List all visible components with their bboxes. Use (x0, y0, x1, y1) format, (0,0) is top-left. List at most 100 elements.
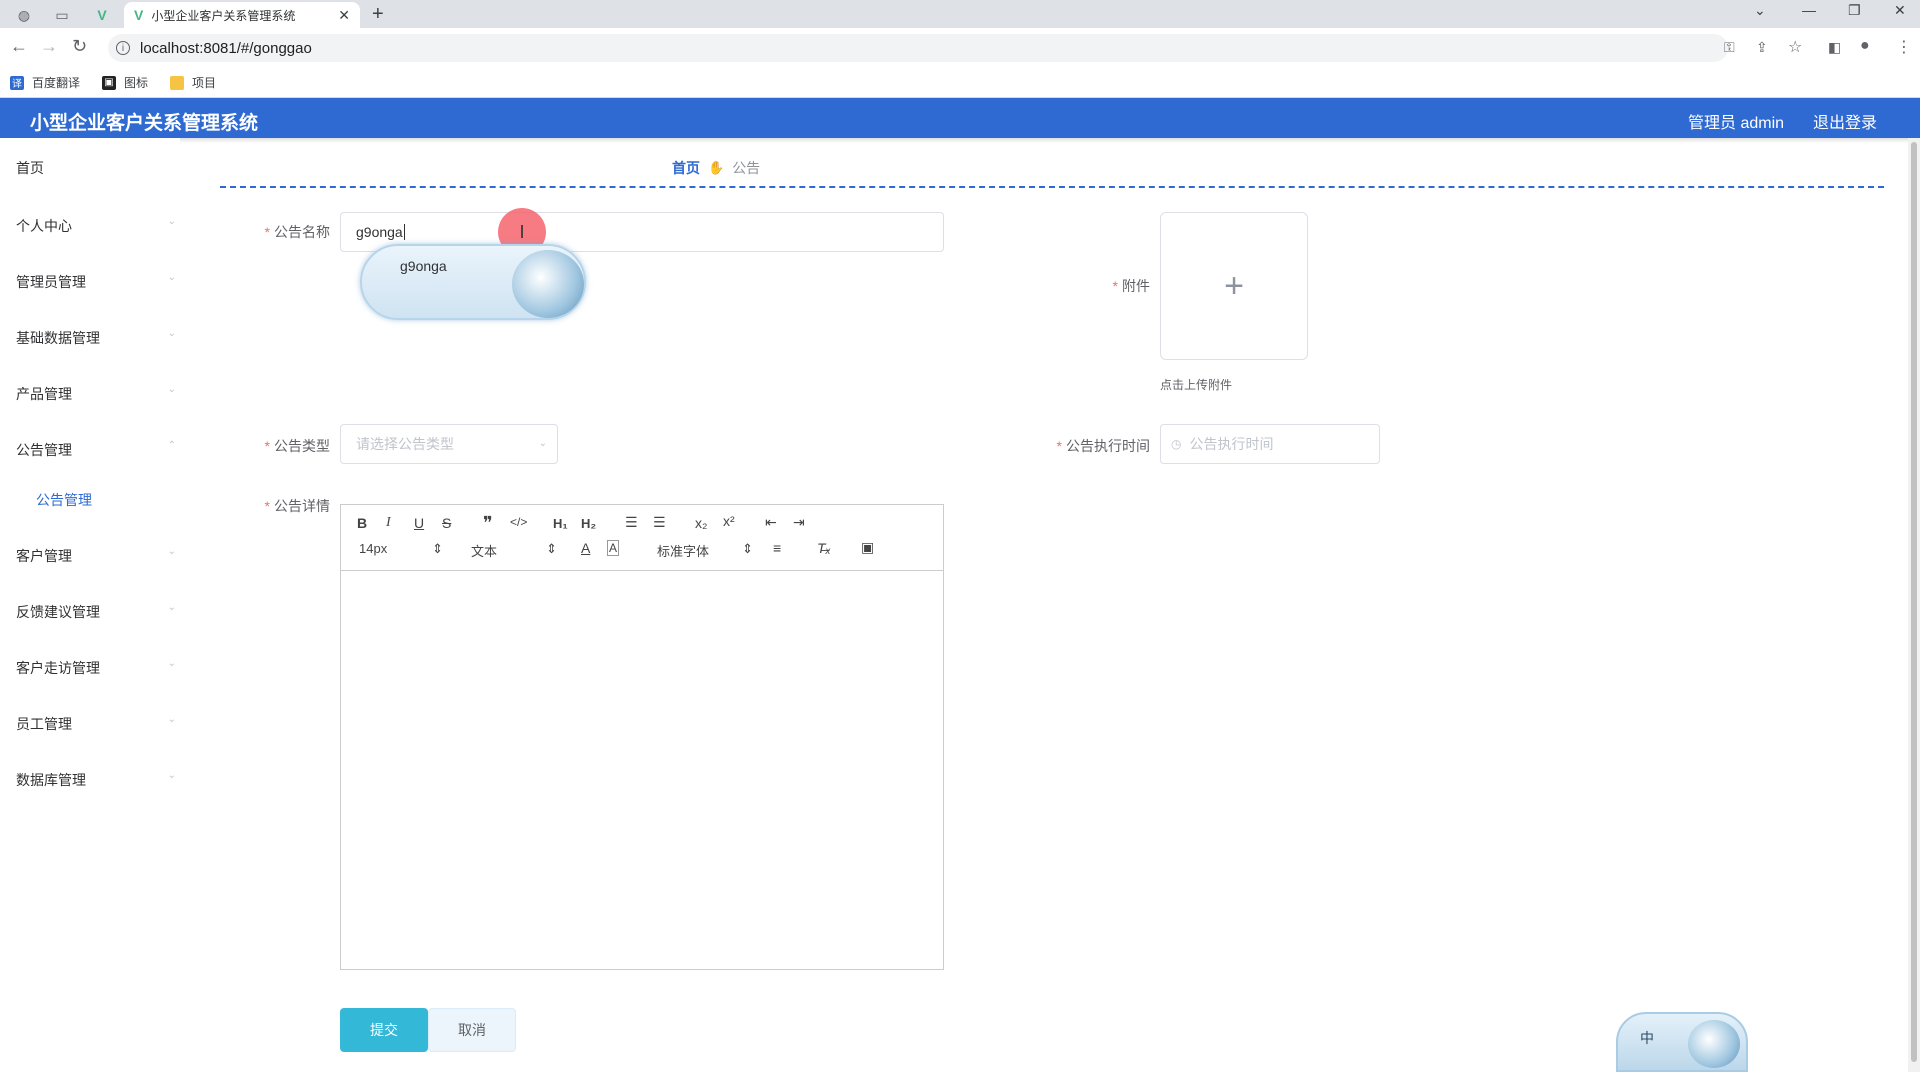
block-type-select[interactable]: 文本 ⇕ (471, 541, 557, 560)
sidebar-item-admin-management[interactable]: 管理员管理 ⌄ (16, 272, 176, 292)
star-icon[interactable]: ☆ (1788, 37, 1802, 57)
minimize-icon[interactable]: — (1802, 2, 1816, 18)
sidebar-item-customer-visits[interactable]: 客户走访管理 ⌄ (16, 658, 176, 678)
sidebar-item-database[interactable]: 数据库管理 ⌄ (16, 770, 176, 790)
site-info-icon[interactable]: i (116, 41, 130, 55)
chevron-down-icon: ⌄ (167, 770, 176, 781)
attachment-label: * 附件 (1112, 278, 1150, 294)
vue-logo-icon[interactable]: V (88, 4, 116, 26)
bookmark-project[interactable]: 项目 (170, 74, 216, 91)
url-text: localhost:8081/#/gonggao (140, 39, 312, 57)
blockquote-button[interactable]: ❞ (483, 513, 493, 534)
divider (220, 186, 1884, 188)
sidebar-item-feedback[interactable]: 反馈建议管理 ⌄ (16, 602, 176, 622)
key-icon[interactable]: ⚿ (1724, 39, 1735, 56)
font-family-select[interactable]: 标准字体 ⇕ (657, 541, 753, 560)
bookmark-baidu-fanyi[interactable]: 译 百度翻译 (10, 74, 80, 91)
blank-tab-icon[interactable]: ▭ (48, 4, 76, 26)
sidebar-item-announcements[interactable]: 公告管理 ⌃ (16, 440, 176, 460)
app-header: 小型企业客户关系管理系统 管理员 admin 退出登录 (0, 98, 1920, 138)
side-panel-icon[interactable]: ◧ (1828, 39, 1841, 56)
ordered-list-button[interactable]: ☰ (625, 514, 638, 531)
font-color-button[interactable]: A (581, 540, 590, 556)
type-select[interactable]: 请选择公告类型 ⌄ (340, 424, 558, 464)
clear-format-button[interactable]: T̶ₓ (817, 540, 831, 556)
scrollbar-thumb[interactable] (1911, 142, 1917, 1062)
sidebar-item-employees[interactable]: 员工管理 ⌄ (16, 714, 176, 734)
detail-label: * 公告详情 (264, 498, 330, 514)
strikethrough-button[interactable]: S (442, 515, 451, 531)
exec-time-placeholder: 公告执行时间 (1189, 436, 1274, 452)
insert-image-button[interactable]: ▣ (861, 539, 874, 556)
cancel-button[interactable]: 取消 (428, 1008, 516, 1052)
bookmark-label: 图标 (124, 76, 149, 90)
sidebar: 首页 个人中心 ⌄ 管理员管理 ⌄ 基础数据管理 ⌄ 产品管理 ⌄ 公告管理 ⌃ 公告管理… (0, 138, 180, 1072)
sidebar-item-customers[interactable]: 客户管理 ⌄ (16, 546, 176, 566)
close-tab-icon[interactable]: ✕ (338, 7, 350, 24)
clock-icon: ◷ (1171, 437, 1182, 451)
page-scrollbar[interactable] (1908, 138, 1920, 1072)
sidebar-item-base-data[interactable]: 基础数据管理 ⌄ (16, 328, 176, 348)
ime-skin-decoration (512, 250, 584, 318)
align-button[interactable]: ≡ (773, 540, 781, 556)
bookmark-label: 百度翻译 (32, 76, 81, 90)
breadcrumb-home[interactable]: 首页 (672, 158, 700, 178)
sidebar-item-home[interactable]: 首页 (16, 158, 176, 178)
reload-icon[interactable]: ↻ (72, 36, 87, 57)
sidebar-item-label: 产品管理 (16, 386, 72, 402)
sidebar-item-personal-center[interactable]: 个人中心 ⌄ (16, 216, 176, 236)
sidebar-item-label: 公告管理 (16, 442, 72, 458)
bold-button[interactable]: B (357, 515, 367, 531)
font-size-select[interactable]: 14px ⇕ (359, 541, 443, 557)
close-window-icon[interactable]: ✕ (1894, 2, 1906, 19)
share-icon[interactable]: ⇪ (1756, 39, 1768, 56)
block-type-value: 文本 (471, 544, 498, 559)
superscript-button[interactable]: x² (723, 513, 735, 529)
chevron-down-icon: ⌄ (167, 328, 176, 339)
bookmark-icons[interactable]: ▣ 图标 (102, 74, 148, 91)
forward-icon[interactable]: → (40, 36, 58, 57)
ime-candidate[interactable]: g9onga (400, 258, 447, 274)
heading-2-button[interactable]: H₂ (581, 516, 596, 531)
sidebar-subitem-announcement-management[interactable]: 公告管理 (36, 490, 92, 510)
bullet-list-button[interactable]: ☰ (653, 514, 666, 531)
globe-icon[interactable]: ◍ (10, 4, 38, 26)
menu-icon[interactable]: ⋮ (1896, 37, 1912, 57)
ime-status-widget[interactable]: 中 (1616, 1012, 1748, 1072)
tab-search-icon[interactable]: ⌄ (1754, 2, 1766, 19)
logout-button[interactable]: 退出登录 (1813, 109, 1877, 133)
heading-1-button[interactable]: H₁ (553, 516, 568, 531)
vue-logo-icon: V (134, 7, 144, 23)
upload-hint: 点击上传附件 (1160, 378, 1233, 392)
code-block-button[interactable]: </> (510, 515, 527, 529)
address-bar-row: ← → ↻ i localhost:8081/#/gonggao ⚿ ⇪ ☆ ◧… (0, 28, 1920, 68)
ime-suggestion-popup[interactable]: g9onga (360, 244, 586, 320)
indent-button[interactable]: ⇥ (793, 514, 805, 531)
tab-title: 小型企业客户关系管理系统 (151, 8, 296, 23)
underline-button[interactable]: U (414, 515, 424, 531)
italic-button[interactable]: I (386, 515, 391, 531)
outdent-button[interactable]: ⇤ (765, 514, 777, 531)
new-tab-button[interactable]: + (372, 3, 384, 26)
subscript-button[interactable]: x₂ (695, 515, 707, 531)
name-input-value: g9onga (356, 224, 403, 240)
select-arrows-icon: ⇕ (546, 541, 557, 556)
restore-icon[interactable]: ❐ (1848, 2, 1861, 19)
exec-time-picker[interactable]: ◷ 公告执行时间 (1160, 424, 1380, 464)
sidebar-item-products[interactable]: 产品管理 ⌄ (16, 384, 176, 404)
profile-icon[interactable]: ● (1860, 37, 1870, 55)
ime-mode: 中 (1640, 1030, 1654, 1046)
active-tab[interactable]: V 小型企业客户关系管理系统 ✕ (124, 2, 360, 28)
sidebar-item-label: 反馈建议管理 (16, 604, 100, 620)
sidebar-item-label: 个人中心 (16, 218, 72, 234)
url-bar[interactable]: i localhost:8081/#/gonggao (108, 34, 1728, 62)
hand-icon: ✋ (708, 160, 725, 175)
back-icon[interactable]: ← (10, 36, 28, 57)
background-color-button[interactable]: A (607, 540, 620, 556)
editor-content-area[interactable] (341, 571, 943, 969)
text-caret (403, 224, 405, 240)
rich-text-editor: B I U S ❞ </> H₁ H₂ ☰ ☰ x₂ x² ⇤ ⇥ 14px ⇕… (340, 504, 944, 970)
image-icon: ▣ (102, 75, 117, 90)
upload-attachment-button[interactable]: + (1160, 212, 1308, 360)
submit-button[interactable]: 提交 (340, 1008, 428, 1052)
